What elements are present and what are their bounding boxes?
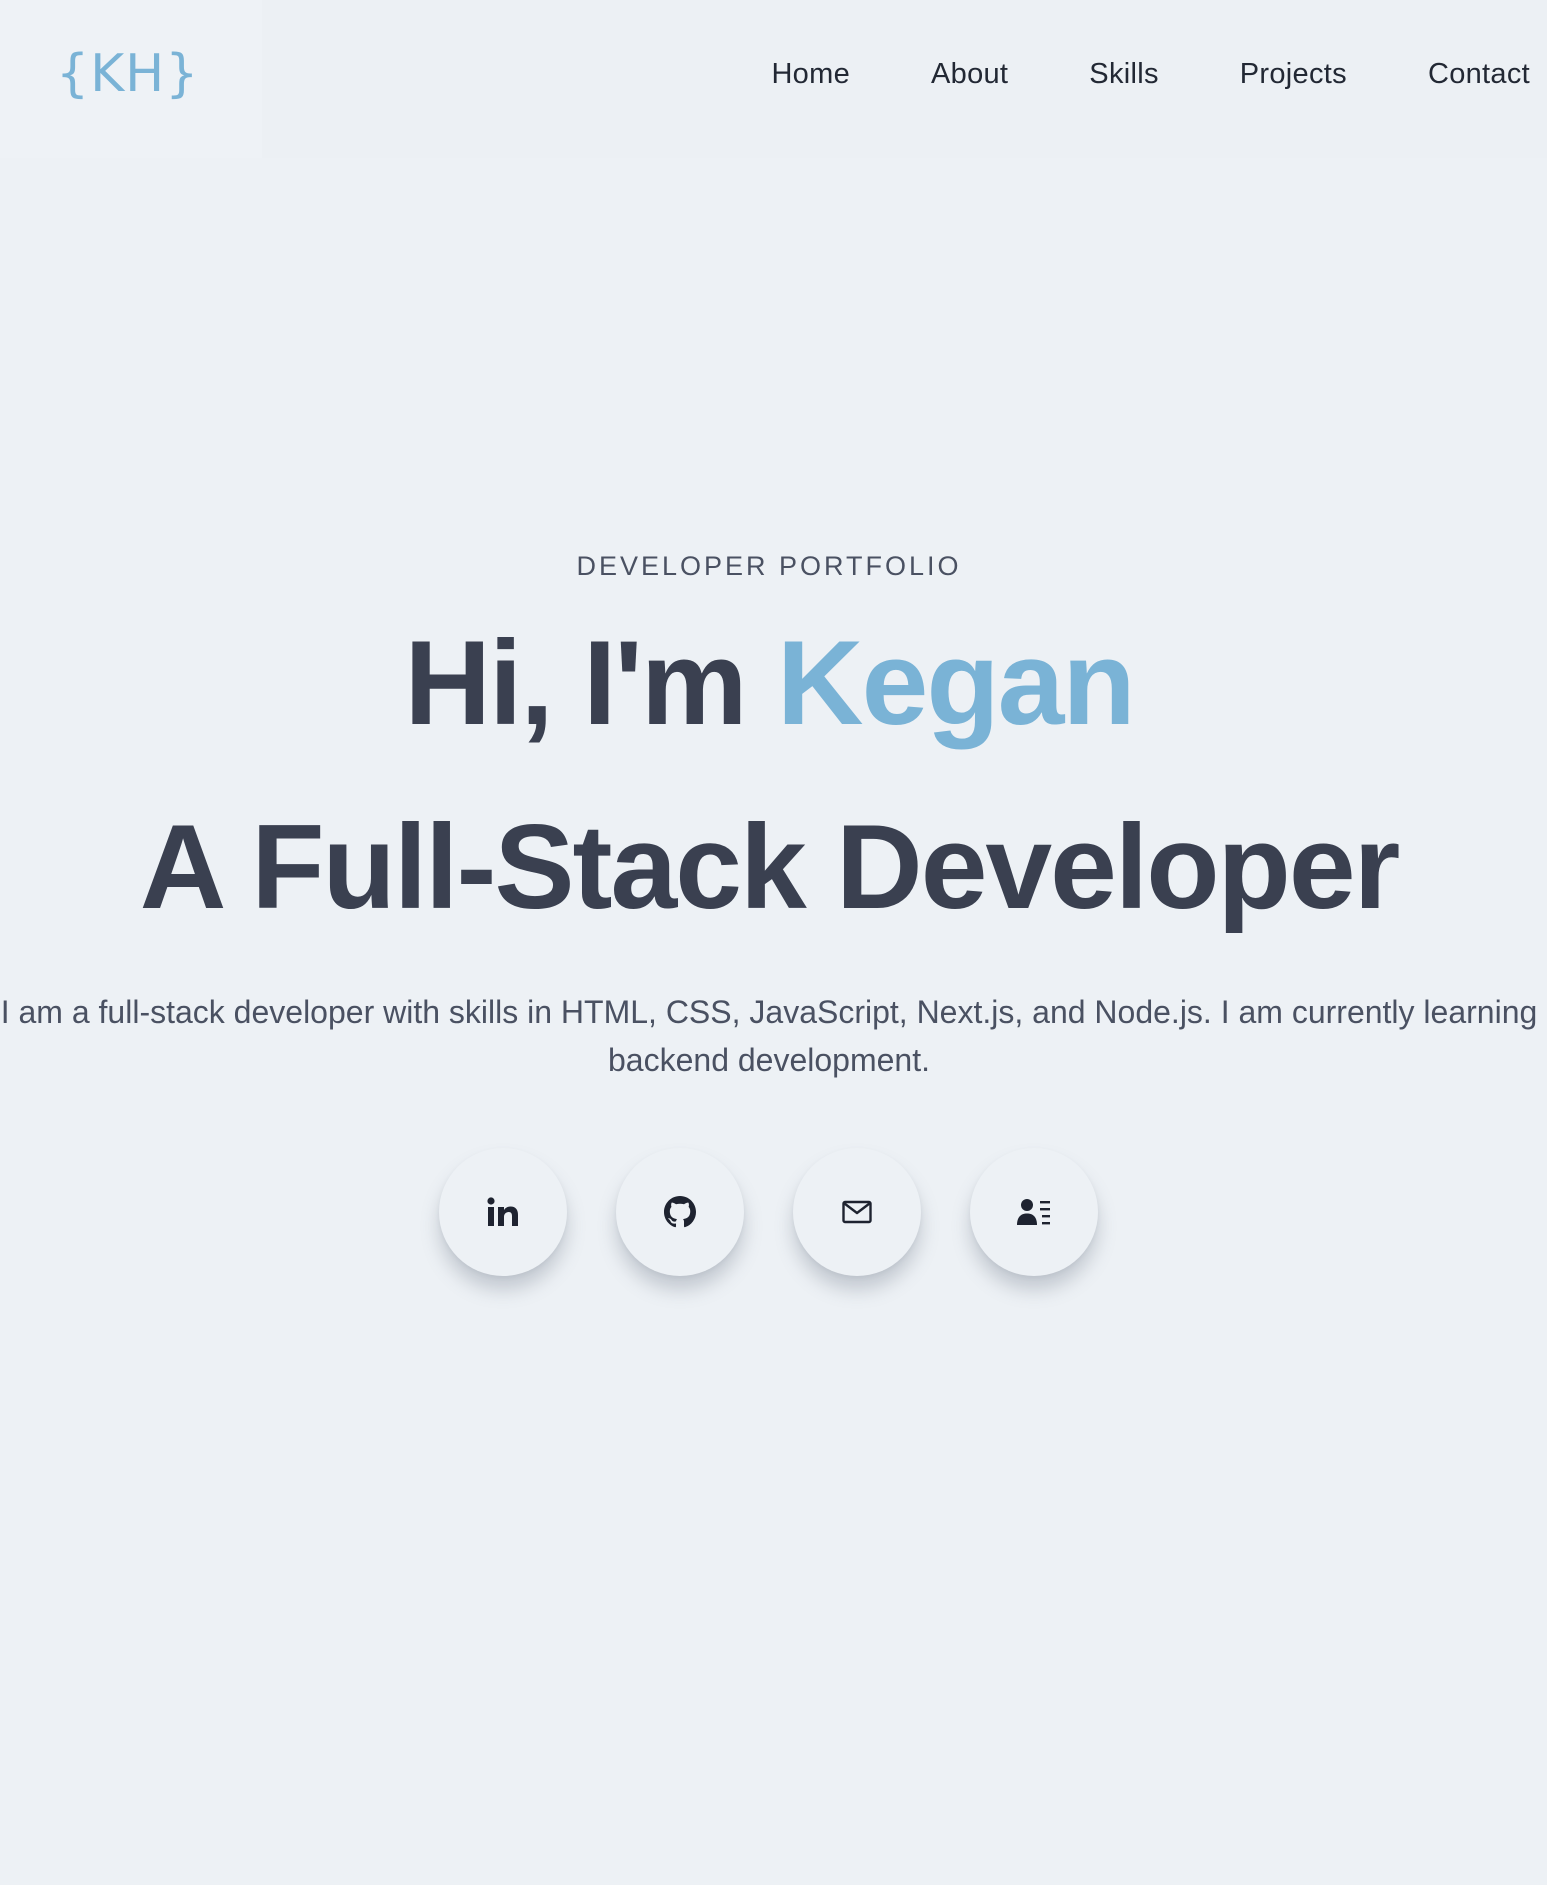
resume-button[interactable] [970, 1148, 1098, 1276]
github-button[interactable] [616, 1148, 744, 1276]
hero-intro: I am a full-stack developer with skills … [0, 994, 1538, 1078]
mail-icon [842, 1200, 872, 1224]
site-header: {KH} Home About Skills Projects Contact [0, 0, 1547, 158]
nav-link-contact[interactable]: Contact [1428, 58, 1530, 91]
github-icon [664, 1196, 696, 1228]
nav-container: Home About Skills Projects Contact [262, 0, 1547, 158]
contact-card-icon [1017, 1199, 1050, 1225]
hero-greeting-prefix: Hi, I'm [404, 616, 777, 750]
linkedin-button[interactable] [439, 1148, 567, 1276]
hero-greeting: Hi, I'm Kegan [0, 608, 1538, 758]
email-button[interactable] [793, 1148, 921, 1276]
hero-eyebrow: DEVELOPER PORTFOLIO [576, 551, 962, 581]
nav-link-about[interactable]: About [931, 58, 1008, 91]
page: {KH} Home About Skills Projects Contact … [0, 0, 1547, 1885]
nav-link-home[interactable]: Home [771, 58, 850, 91]
main-nav: Home About Skills Projects Contact [771, 58, 1530, 91]
nav-link-skills[interactable]: Skills [1089, 58, 1158, 91]
social-links [439, 1148, 1098, 1276]
logo-container: {KH} [0, 0, 262, 158]
hero-name: Kegan [776, 616, 1136, 750]
site-logo[interactable]: {KH} [56, 44, 199, 104]
linkedin-icon [487, 1197, 518, 1226]
hero-title: A Full-Stack Developer [139, 800, 1401, 934]
nav-link-projects[interactable]: Projects [1240, 58, 1347, 91]
